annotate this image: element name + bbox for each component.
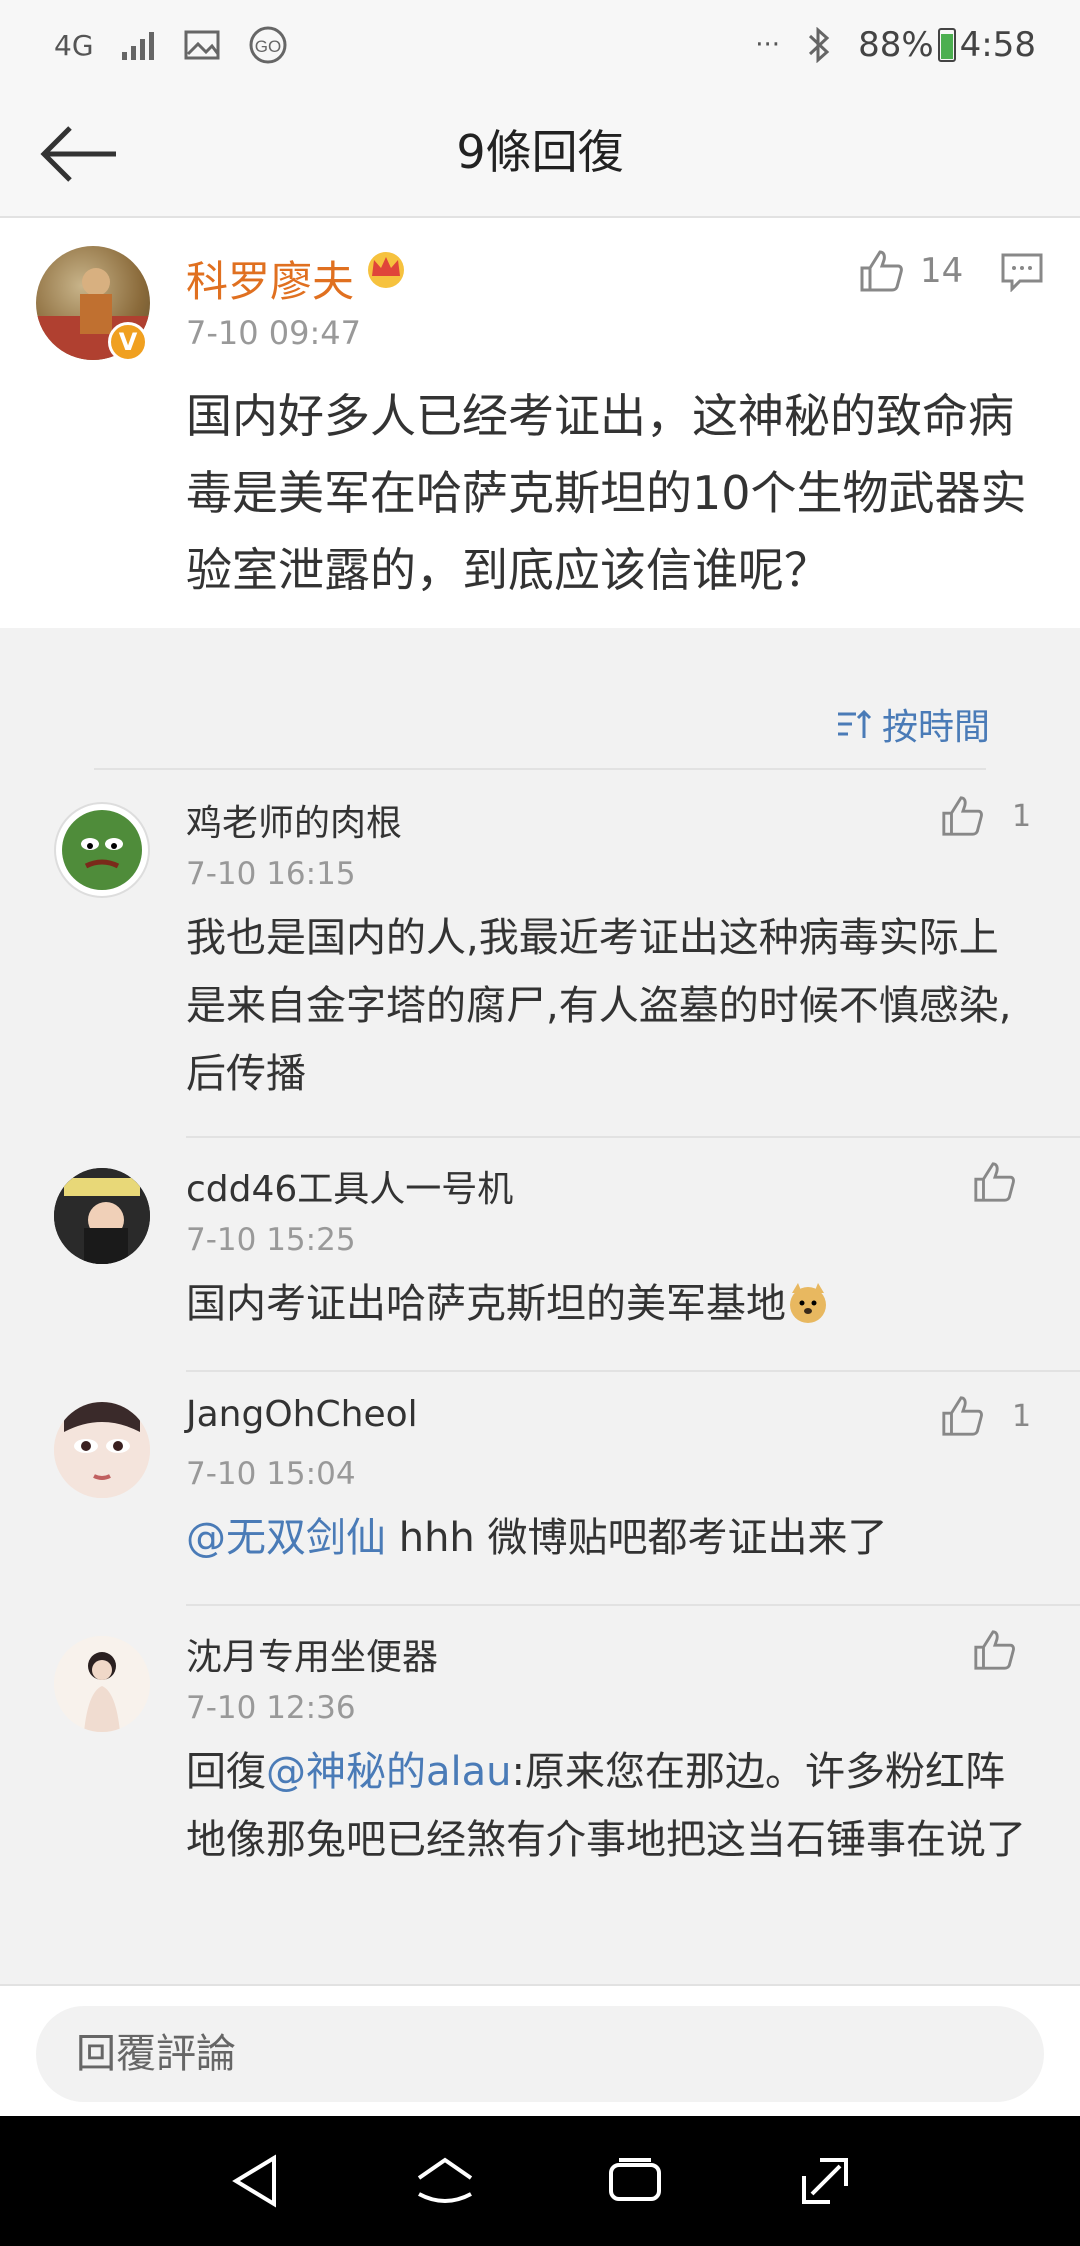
nav-back-icon xyxy=(232,2154,276,2208)
sort-label: 按時間 xyxy=(881,707,990,748)
battery-percent: 88% xyxy=(858,25,934,65)
comment-like-button[interactable] xyxy=(972,1628,1044,1672)
status-left: 4G GO xyxy=(54,25,288,65)
verified-badge: V xyxy=(108,322,148,362)
go-icon: GO xyxy=(249,26,287,64)
comment-like-count: 1 xyxy=(1012,1398,1032,1434)
svg-text:GO: GO xyxy=(254,37,280,56)
app-header: 9條回復 xyxy=(0,90,1080,218)
comment-text: @无双剑仙 hhh 微博贴吧都考证出来了 xyxy=(186,1504,1036,1572)
post-author-name[interactable]: 科罗廖夫 xyxy=(186,248,354,309)
divider xyxy=(94,768,986,770)
sort-button[interactable]: 按時間 xyxy=(836,698,990,750)
nav-home-button[interactable] xyxy=(405,2141,485,2221)
commenter-avatar[interactable] xyxy=(54,1402,150,1498)
comment-body: hhh 微博贴吧都考证出来了 xyxy=(386,1515,888,1561)
system-nav-bar xyxy=(0,2116,1080,2246)
comment-item: 鸡老师的肉根 7-10 16:15 1 我也是国内的人,我最近考证出这种病毒实际… xyxy=(0,774,1080,1138)
post-time: 7-10 09:47 xyxy=(186,314,362,352)
divider xyxy=(186,1604,1080,1606)
original-post: V 科罗廖夫 7-10 09:47 14 国内好多人已经考证出，这神秘的致命病毒… xyxy=(0,218,1080,628)
doge-emoji-icon xyxy=(786,1281,830,1327)
page-title: 9條回復 xyxy=(456,125,624,179)
post-text: 国内好多人已经考证出，这神秘的致命病毒是美军在哈萨克斯坦的10个生物武器实验室泄… xyxy=(186,389,1027,597)
status-right: ··· 88% 4:58 xyxy=(755,25,1036,65)
signal-icon xyxy=(121,32,154,60)
divider xyxy=(186,1370,1080,1372)
reply-input[interactable]: 回覆評論 xyxy=(36,2006,1044,2102)
network-label: 4G xyxy=(54,28,94,62)
mention-link[interactable]: @无双剑仙 xyxy=(186,1515,386,1561)
comment-like-count: 1 xyxy=(1012,798,1032,834)
comment-time: 7-10 12:36 xyxy=(186,1690,356,1726)
comment-time: 7-10 15:04 xyxy=(186,1456,356,1492)
battery-icon xyxy=(937,28,956,62)
thumb-up-icon xyxy=(974,1630,1015,1670)
image-icon xyxy=(184,30,220,60)
thumb-up-icon xyxy=(942,1396,983,1436)
nav-recent-button[interactable] xyxy=(595,2141,675,2221)
commenter-name[interactable]: 沈月专用坐便器 xyxy=(186,1628,438,1680)
thumb-up-icon xyxy=(974,1162,1015,1202)
nav-back-button[interactable] xyxy=(215,2141,295,2221)
comment-text: 国内考证出哈萨克斯坦的美军基地 xyxy=(186,1270,1036,1338)
comment-body: 国内考证出哈萨克斯坦的美军基地 xyxy=(186,1281,786,1327)
bluetooth-icon xyxy=(809,27,830,63)
comment-button[interactable] xyxy=(1000,252,1044,296)
divider xyxy=(186,1136,1080,1138)
comment-time: 7-10 16:15 xyxy=(186,856,356,892)
crown-icon xyxy=(364,248,408,297)
comment-time: 7-10 15:25 xyxy=(186,1222,356,1258)
comment-like-button[interactable] xyxy=(972,1160,1044,1204)
commenter-avatar[interactable] xyxy=(54,1636,150,1732)
thumb-up-icon xyxy=(860,250,903,292)
commenter-name[interactable]: cdd46工具人一号机 xyxy=(186,1160,513,1212)
post-like-count: 14 xyxy=(920,251,964,291)
comment-item: 沈月专用坐便器 7-10 12:36 回復@神秘的alau:原来您在那边。许多粉… xyxy=(0,1608,1080,1984)
mention-link[interactable]: @神秘的alau xyxy=(266,1749,512,1795)
nav-expand-button[interactable] xyxy=(785,2141,865,2221)
thumb-up-icon xyxy=(942,796,983,836)
reply-bar: 回覆評論 xyxy=(0,1984,1080,2118)
clock: 4:58 xyxy=(959,25,1036,65)
overflow-indicator: ··· xyxy=(755,30,781,60)
post-like-button[interactable]: 14 xyxy=(858,248,963,294)
nav-home-icon xyxy=(417,2157,473,2203)
battery-group: 88% 4:58 xyxy=(858,25,1036,65)
nav-expand-icon xyxy=(802,2158,848,2204)
nav-recent-icon xyxy=(609,2158,661,2201)
reply-prefix: 回復 xyxy=(186,1749,266,1795)
comment-item: JangOhCheol 7-10 15:04 1 @无双剑仙 hhh 微博贴吧都… xyxy=(0,1374,1080,1606)
status-bar: 4G GO ··· 88% 4:58 xyxy=(0,0,1080,90)
comment-bubble-icon xyxy=(1001,253,1043,293)
comment-text: 回復@神秘的alau:原来您在那边。许多粉红阵地像那兔吧已经煞有介事地把这当石锤… xyxy=(186,1738,1036,1874)
commenter-name[interactable]: JangOhCheol xyxy=(186,1394,418,1435)
sort-icon xyxy=(837,709,872,738)
comment-text: 我也是国内的人,我最近考证出这种病毒实际上是来自金字塔的腐尸,有人盗墓的时候不慎… xyxy=(186,915,1012,1097)
commenter-avatar[interactable] xyxy=(54,1168,150,1264)
comment-like-button[interactable]: 1 xyxy=(940,1394,1031,1438)
commenter-name[interactable]: 鸡老师的肉根 xyxy=(186,794,402,846)
commenter-avatar[interactable] xyxy=(54,802,150,898)
comment-like-button[interactable]: 1 xyxy=(940,794,1031,838)
comment-item: cdd46工具人一号机 7-10 15:25 国内考证出哈萨克斯坦的美军基地 xyxy=(0,1140,1080,1372)
